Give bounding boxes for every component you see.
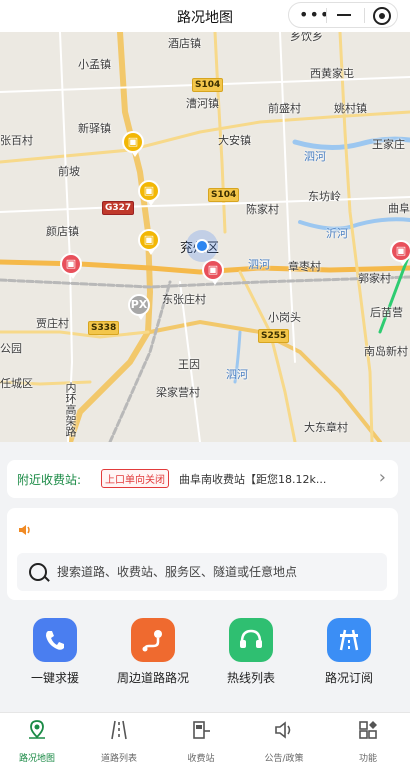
- map-river-label: 泗河: [304, 150, 326, 163]
- map-place-label: 后苗营: [370, 306, 403, 319]
- status-badge: 上口单向关闭: [101, 469, 169, 488]
- tab-notices[interactable]: 公告/政策: [243, 719, 325, 764]
- notice-search-card: [7, 508, 398, 600]
- current-location-icon: [195, 239, 209, 253]
- map-river-label: 泗河: [248, 258, 270, 271]
- map-pin-icon: [29, 720, 45, 739]
- toll-station-name: 曲阜南收费站【距您18.12k...: [179, 473, 327, 486]
- road-map[interactable]: 酒店镇 乡饮乡 小孟镇 西黄家屯 漕河镇 前盛村 姚村镇 新驿镇 大安镇 张百村…: [0, 32, 410, 442]
- road-shield: S104: [208, 188, 240, 202]
- map-place-label: 梁家营村: [156, 386, 200, 399]
- quick-action-hotlines[interactable]: 热线列表: [206, 618, 296, 686]
- capsule-divider: [326, 8, 327, 23]
- road-shield: S338: [88, 321, 120, 335]
- tab-functions[interactable]: 功能: [327, 719, 409, 764]
- map-place-label: 贾庄村: [36, 317, 69, 330]
- map-place-label: 王家庄: [372, 138, 405, 151]
- grid-icon: [359, 721, 377, 739]
- route-icon: [131, 618, 175, 662]
- map-place-label: 前坡: [58, 165, 80, 178]
- search-icon: [29, 563, 47, 581]
- map-place-label: 新驿镇: [78, 122, 111, 135]
- tab-label: 道路列表: [100, 754, 137, 764]
- search-bar[interactable]: [17, 553, 387, 591]
- quick-action-emergency[interactable]: 一键求援: [10, 618, 100, 686]
- headset-icon: [229, 618, 273, 662]
- map-place-label: 小岗头: [268, 311, 301, 324]
- map-river-label: 沂河: [326, 227, 348, 240]
- search-input[interactable]: [57, 553, 377, 591]
- road-icon: [327, 618, 371, 662]
- quick-action-label: 周边道路路况: [116, 671, 189, 685]
- map-place-label: 颜店镇: [46, 225, 79, 238]
- map-river-label: 泗河: [226, 368, 248, 381]
- quick-action-nearby-roads[interactable]: 周边道路路况: [108, 618, 198, 686]
- map-place-label: 酒店镇: [168, 37, 201, 50]
- tab-label: 路况地图: [18, 754, 55, 764]
- map-place-label: 大东章村: [304, 421, 348, 434]
- toll-station-marker[interactable]: ▣: [122, 131, 144, 157]
- road-shield: G327: [102, 201, 135, 215]
- toll-booth-icon: [193, 721, 210, 739]
- speaker-icon: [19, 525, 30, 535]
- road-shield: S255: [258, 329, 290, 343]
- tab-road-list[interactable]: 道路列表: [78, 719, 160, 764]
- quick-action-label: 路况订阅: [324, 671, 373, 685]
- map-place-label: 任城区: [0, 377, 33, 390]
- map-place-label: 陈家村: [246, 203, 279, 216]
- map-place-label: 西黄家屯: [310, 67, 354, 80]
- map-place-label: 小孟镇: [78, 58, 111, 71]
- map-place-label: 南岛新村: [364, 345, 408, 358]
- road-shield: S104: [192, 78, 224, 92]
- tab-label: 公告/政策: [264, 754, 304, 764]
- closed-toll-marker[interactable]: ▣: [390, 240, 410, 266]
- bottom-tab-bar: 路况地图 道路列表 收费站 公告/政策 功能: [0, 712, 410, 766]
- map-place-label: 张百村: [0, 134, 33, 147]
- map-place-label: 东坊岭: [308, 190, 341, 203]
- tab-toll-stations[interactable]: 收费站: [160, 719, 242, 764]
- map-place-label: 曲阜: [388, 202, 410, 215]
- mini-program-capsule: •••: [288, 2, 398, 28]
- chevron-right-icon[interactable]: ›: [379, 469, 386, 487]
- quick-action-label: 热线列表: [226, 671, 275, 685]
- map-place-label: 大安镇: [218, 134, 251, 147]
- map-place-label: 姚村镇: [334, 102, 367, 115]
- title-bar: 路况地图 •••: [0, 0, 410, 32]
- map-place-label: 前盛村: [268, 102, 301, 115]
- toll-station-marker[interactable]: ▣: [138, 180, 160, 206]
- map-place-label: 东张庄村: [162, 293, 206, 306]
- closed-toll-marker[interactable]: ▣: [202, 259, 224, 285]
- quick-action-subscribe[interactable]: 路况订阅: [304, 618, 394, 686]
- tab-label: 收费站: [187, 754, 215, 764]
- map-place-label: 内环高架路: [64, 382, 77, 437]
- nearby-toll-card[interactable]: 附近收费站: 上口单向关闭 曲阜南收费站【距您18.12k... ›: [7, 460, 398, 498]
- tab-label: 功能: [358, 754, 377, 764]
- map-place-label: 郭家村: [358, 272, 391, 285]
- map-place-label: 漕河镇: [186, 97, 219, 110]
- minimize-icon[interactable]: [337, 14, 351, 16]
- map-place-label: 乡饮乡: [290, 32, 323, 43]
- close-target-icon[interactable]: [373, 7, 391, 25]
- map-place-label: 章枣村: [288, 260, 321, 273]
- quick-actions: 一键求援 周边道路路况 热线列表 路况订阅: [0, 618, 410, 688]
- map-place-label: 公园: [0, 342, 22, 355]
- capsule-divider: [364, 8, 365, 23]
- road-list-icon: [111, 720, 127, 740]
- speaker-icon: [275, 721, 291, 739]
- closed-toll-marker[interactable]: ▣: [60, 253, 82, 279]
- service-area-marker[interactable]: PX: [128, 294, 150, 320]
- tab-road-map[interactable]: 路况地图: [0, 719, 78, 764]
- phone-icon: [33, 618, 77, 662]
- toll-station-marker[interactable]: ▣: [138, 229, 160, 255]
- quick-action-label: 一键求援: [30, 671, 79, 685]
- map-place-label: 王因: [178, 358, 200, 371]
- nearby-toll-label: 附近收费站:: [17, 473, 82, 487]
